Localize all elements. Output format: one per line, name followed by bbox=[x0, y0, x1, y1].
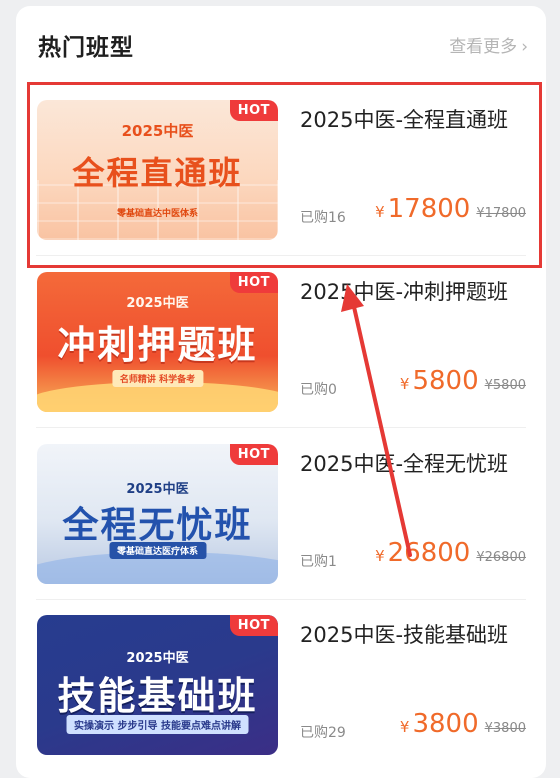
price-group: ¥5800 ¥5800 bbox=[400, 366, 526, 396]
thumbnail-title: 冲刺押题班 bbox=[57, 323, 258, 367]
thumbnail-title: 技能基础班 bbox=[57, 674, 258, 718]
sold-count: 已购29 bbox=[300, 725, 346, 741]
course-name[interactable]: 2025中医-全程直通班 bbox=[300, 104, 508, 134]
current-price: ¥5800 bbox=[399, 366, 479, 396]
sold-count: 已购16 bbox=[300, 210, 346, 226]
original-price: ¥5800 bbox=[484, 378, 526, 393]
current-price: ¥26800 bbox=[375, 538, 471, 568]
hot-badge: HOT bbox=[229, 615, 278, 636]
thumbnail-year: 2025中医 bbox=[126, 651, 189, 666]
course-item-quancheng-wuyou[interactable]: 2025中医 全程无忧班 零基础直达医疗体系 HOT 2025中医-全程无忧班 … bbox=[16, 430, 546, 600]
course-item-quancheng-zhitong[interactable]: 2025中医 全程直通班 零基础直达中医体系 HOT 2025中医-全程直通班 … bbox=[16, 86, 546, 256]
price-group: ¥26800 ¥26800 bbox=[375, 538, 526, 568]
thumbnail-year: 2025中医 bbox=[121, 122, 194, 140]
view-more-label: 查看更多 bbox=[449, 37, 518, 57]
thumbnail-year: 2025中医 bbox=[126, 482, 189, 497]
divider bbox=[36, 255, 526, 256]
course-thumbnail[interactable]: 2025中医 全程直通班 零基础直达中医体系 HOT bbox=[37, 100, 278, 240]
course-item-jineng-jichu[interactable]: 2025中医 技能基础班 实操演示 步步引导 技能要点难点讲解 HOT 2025… bbox=[16, 601, 546, 771]
course-name[interactable]: 2025中医-技能基础班 bbox=[300, 619, 508, 649]
current-price: ¥17800 bbox=[375, 194, 471, 224]
hot-badge: HOT bbox=[229, 100, 278, 121]
course-thumbnail[interactable]: 2025中医 冲刺押题班 名师精讲 科学备考 HOT bbox=[37, 272, 278, 412]
course-item-chongci-yati[interactable]: 2025中医 冲刺押题班 名师精讲 科学备考 HOT 2025中医-冲刺押题班 … bbox=[16, 258, 546, 428]
hot-badge: HOT bbox=[229, 444, 278, 465]
thumbnail-subtitle: 零基础直达医疗体系 bbox=[108, 542, 207, 559]
thumbnail-title: 全程直通班 bbox=[72, 154, 243, 192]
hot-badge: HOT bbox=[229, 272, 278, 293]
thumbnail-subtitle: 名师精讲 科学备考 bbox=[111, 370, 204, 387]
thumbnail-title: 全程无忧班 bbox=[62, 505, 253, 546]
thumbnail-year: 2025中医 bbox=[126, 296, 189, 311]
original-price: ¥17800 bbox=[476, 206, 526, 221]
course-name[interactable]: 2025中医-冲刺押题班 bbox=[300, 276, 508, 306]
current-price: ¥3800 bbox=[399, 709, 479, 739]
section-header: 热门班型 查看更多 › bbox=[16, 6, 546, 76]
course-thumbnail[interactable]: 2025中医 技能基础班 实操演示 步步引导 技能要点难点讲解 HOT bbox=[37, 615, 278, 755]
sold-count: 已购0 bbox=[300, 382, 337, 398]
section-title: 热门班型 bbox=[38, 35, 134, 61]
hot-courses-card: 热门班型 查看更多 › 2025中医 全程直通班 零基础直达中医体系 HOT 20… bbox=[16, 6, 546, 778]
original-price: ¥3800 bbox=[484, 721, 526, 736]
sold-count: 已购1 bbox=[300, 554, 337, 570]
course-thumbnail[interactable]: 2025中医 全程无忧班 零基础直达医疗体系 HOT bbox=[37, 444, 278, 584]
divider bbox=[36, 427, 526, 428]
divider bbox=[36, 599, 526, 600]
original-price: ¥26800 bbox=[476, 550, 526, 565]
view-more-link[interactable]: 查看更多 › bbox=[449, 32, 528, 57]
price-group: ¥3800 ¥3800 bbox=[400, 709, 526, 739]
thumbnail-subtitle: 实操演示 步步引导 技能要点难点讲解 bbox=[66, 715, 249, 734]
price-group: ¥17800 ¥17800 bbox=[375, 194, 526, 224]
thumbnail-subtitle: 零基础直达中医体系 bbox=[116, 209, 199, 219]
course-name[interactable]: 2025中医-全程无忧班 bbox=[300, 448, 508, 478]
chevron-right-icon: › bbox=[521, 37, 528, 57]
